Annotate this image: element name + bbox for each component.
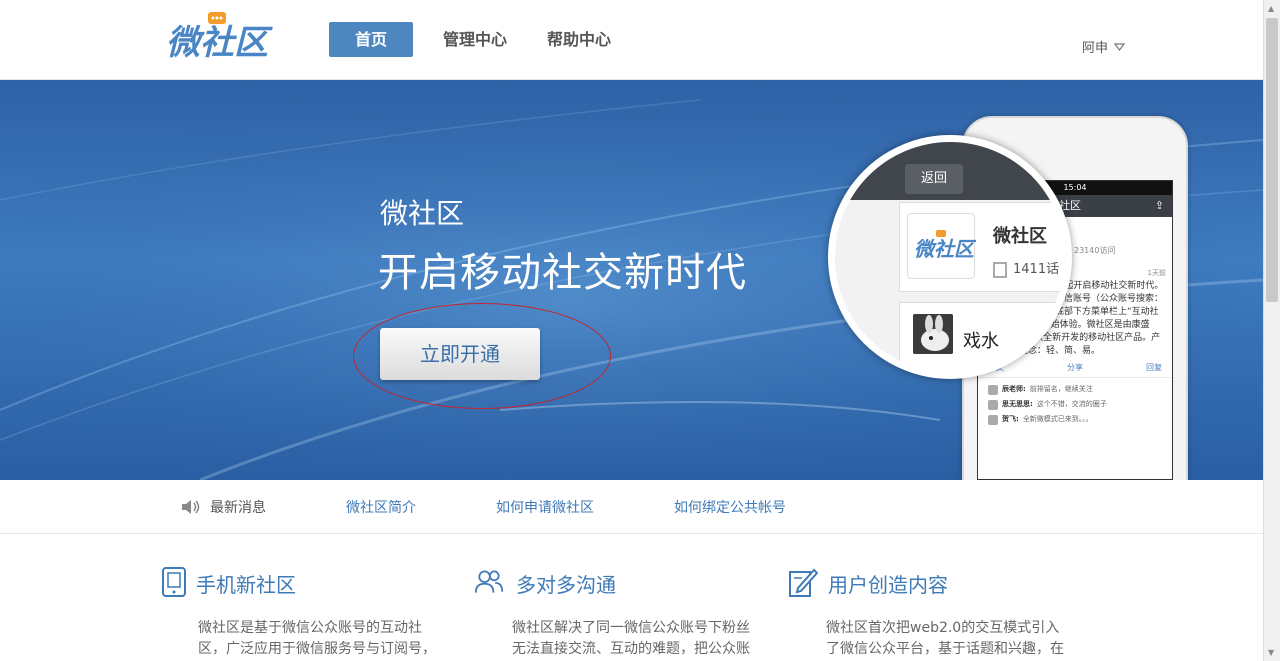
document-icon xyxy=(993,261,1007,278)
comment-item: 辰老师: 前排留名，继续关注 xyxy=(988,382,1162,397)
comment-list: 辰老师: 前排留名，继续关注 思无思思: 这个不错，交流的圈子 贺飞: 全新微模式已来… xyxy=(978,378,1172,431)
user-menu[interactable]: 阿申 xyxy=(1082,37,1126,56)
community-name: 微社区 xyxy=(993,226,1047,247)
nav-home[interactable]: 首页 xyxy=(329,22,413,57)
banner-subtitle: 微社区 xyxy=(380,197,465,230)
users-icon xyxy=(474,570,504,593)
avatar xyxy=(988,384,998,395)
site-header: 微社区 首页 管理中心 帮助中心 阿申 xyxy=(0,0,1263,80)
feature-title: 多对多沟通 xyxy=(516,573,616,597)
svg-text:微社区: 微社区 xyxy=(166,24,273,62)
post-username: 戏水 xyxy=(963,331,999,352)
link-bind-account[interactable]: 如何绑定公共帐号 xyxy=(674,497,786,517)
info-bar: 最新消息 微社区简介 如何申请微社区 如何绑定公共帐号 xyxy=(0,480,1263,534)
scroll-thumb[interactable] xyxy=(1266,18,1278,302)
link-how-to-apply[interactable]: 如何申请微社区 xyxy=(496,497,594,517)
comment-item: 贺飞: 全新微模式已来到。。。 xyxy=(988,412,1162,427)
post-action-share: 分享 xyxy=(1067,363,1083,372)
banner-title: 开启移动社交新时代 xyxy=(378,250,747,296)
magnifier-circle: 返回 微社区 微社区 1411话 戏水 xyxy=(828,135,1072,379)
link-intro[interactable]: 微社区简介 xyxy=(346,497,416,517)
avatar xyxy=(988,414,998,425)
scroll-up-arrow-icon[interactable]: ▲ xyxy=(1268,4,1274,13)
feature-text: 微社区首次把web2.0的交互模式引入了微信公众平台，基于话题和兴趣，在 xyxy=(826,620,1064,657)
latest-news-label: 最新消息 xyxy=(210,500,266,516)
scroll-down-arrow-icon[interactable]: ▼ xyxy=(1268,648,1274,657)
edit-icon xyxy=(789,568,818,597)
hero-banner: 微社区 开启移动社交新时代 立即开通 15:04 微社区 ⇪ 23140访问 1… xyxy=(0,80,1263,480)
page-scrollbar[interactable]: ▲ ▼ xyxy=(1263,0,1280,661)
mobile-icon xyxy=(162,567,186,597)
user-name: 阿申 xyxy=(1082,41,1109,56)
rabbit-avatar xyxy=(913,314,953,354)
community-logo: 微社区 xyxy=(907,213,977,279)
avatar xyxy=(988,399,998,410)
latest-news: 最新消息 xyxy=(180,497,266,517)
feature-text: 微社区解决了同一微信公众账号下粉丝无法直接交流、互动的难题，把公众账 xyxy=(512,620,750,657)
chevron-down-icon xyxy=(1114,42,1126,51)
back-button: 返回 xyxy=(905,164,963,194)
post-action-reply: 回复 xyxy=(1146,363,1162,372)
nav-admin-center[interactable]: 管理中心 xyxy=(436,22,514,57)
feature-title: 手机新社区 xyxy=(196,573,296,597)
topic-count: 1411话 xyxy=(993,258,1059,278)
open-now-button[interactable]: 立即开通 xyxy=(380,328,540,380)
share-icon: ⇪ xyxy=(1154,199,1164,212)
svg-text:微社区: 微社区 xyxy=(914,238,976,261)
nav-help-center[interactable]: 帮助中心 xyxy=(540,22,618,57)
feature-text: 微社区是基于微信公众账号的互动社区，广泛应用于微信服务号与订阅号， xyxy=(198,620,436,657)
comment-item: 思无思思: 这个不错，交流的圈子 xyxy=(988,397,1162,412)
speaker-icon xyxy=(182,500,200,514)
feature-title: 用户创造内容 xyxy=(828,573,948,597)
site-logo[interactable]: 微社区 xyxy=(166,12,276,68)
